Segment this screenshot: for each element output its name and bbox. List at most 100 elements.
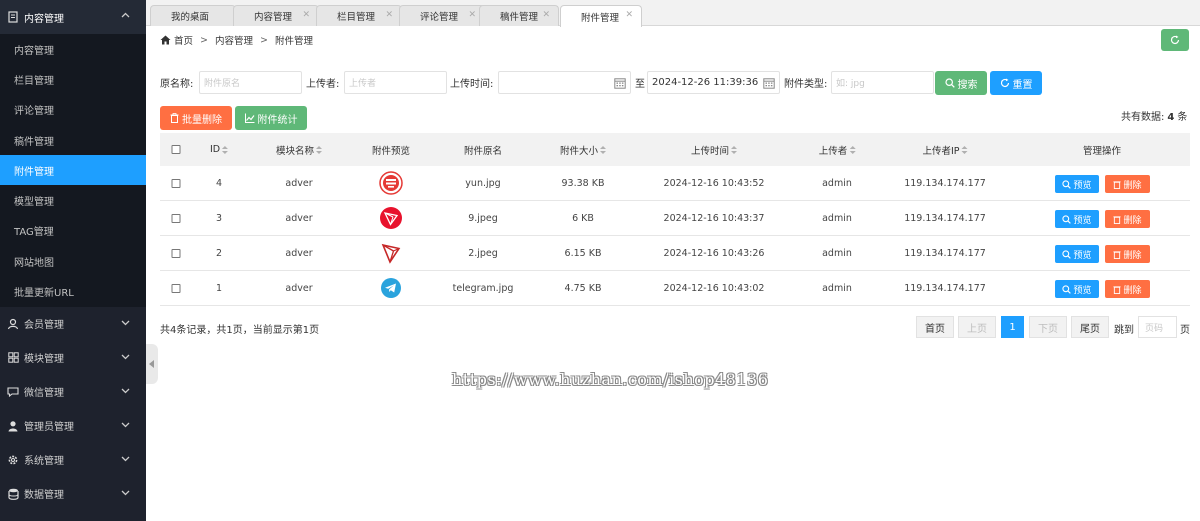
preview-button[interactable]: 预览 <box>1055 175 1099 193</box>
jump-page-input[interactable]: 页码 <box>1138 316 1177 338</box>
header-uploader[interactable]: 上传者 <box>819 133 856 166</box>
header-size[interactable]: 附件大小 <box>560 133 607 166</box>
sidebar-item-comment[interactable]: 评论管理 <box>0 94 146 125</box>
tab-manuscript[interactable]: 稿件管理 ✕ <box>479 5 559 26</box>
database-icon <box>6 487 20 501</box>
sidebar-group-admin[interactable]: 管理员管理 <box>0 409 146 443</box>
cell-preview <box>380 271 402 305</box>
sidebar-group-wechat[interactable]: 微信管理 <box>0 375 146 409</box>
type-placeholder: 如: jpg <box>836 79 865 89</box>
sidebar-group-data[interactable]: 数据管理 <box>0 477 146 511</box>
row-checkbox[interactable] <box>171 283 181 293</box>
last-page-button[interactable]: 尾页 <box>1071 316 1109 338</box>
close-icon[interactable]: ✕ <box>542 10 550 20</box>
sidebar-item-column[interactable]: 栏目管理 <box>0 64 146 95</box>
document-icon <box>6 10 20 24</box>
sidebar-item-attachment[interactable]: 附件管理 <box>0 155 146 186</box>
delete-button[interactable]: 删除 <box>1105 245 1150 263</box>
first-page-button[interactable]: 首页 <box>916 316 954 338</box>
sidebar-group-content[interactable]: 内容管理 <box>0 0 146 34</box>
sidebar-item-manuscript[interactable]: 稿件管理 <box>0 124 146 156</box>
sidebar-item-batch-url[interactable]: 批量更新URL <box>0 276 146 307</box>
delete-button[interactable]: 删除 <box>1105 210 1150 228</box>
search-button[interactable]: 搜索 <box>935 71 987 95</box>
trash-icon <box>1113 180 1122 189</box>
row-checkbox[interactable] <box>171 213 181 223</box>
cell-module: adver <box>285 247 313 259</box>
header-module[interactable]: 模块名称 <box>276 133 323 166</box>
select-all-cell <box>171 133 181 166</box>
time-end-input[interactable]: 2024-12-26 11:39:36 <box>647 71 780 94</box>
close-icon[interactable]: ✕ <box>625 10 633 20</box>
tab-attachment[interactable]: 附件管理 ✕ <box>560 5 642 27</box>
tron-red-icon[interactable] <box>379 206 403 230</box>
preview-button[interactable]: 预览 <box>1055 210 1099 228</box>
next-page-button[interactable]: 下页 <box>1029 316 1067 338</box>
tab-content[interactable]: 内容管理 ✕ <box>233 5 319 26</box>
name-placeholder: 附件原名 <box>204 79 241 89</box>
name-input[interactable]: 附件原名 <box>199 71 302 94</box>
page-1-button[interactable]: 1 <box>1001 316 1024 338</box>
header-label: 上传时间 <box>690 145 730 157</box>
row-checkbox[interactable] <box>171 248 181 258</box>
header-label: ID <box>209 144 221 155</box>
row-checkbox[interactable] <box>171 178 181 188</box>
red-circle-logo-icon[interactable] <box>379 171 403 195</box>
sidebar-collapse-handle[interactable] <box>146 344 158 384</box>
name-label: 原名称: <box>160 79 194 90</box>
cell-uploader: admin <box>822 247 852 259</box>
refresh-button[interactable] <box>1161 29 1189 51</box>
header-upload-time[interactable]: 上传时间 <box>690 133 738 166</box>
user-icon <box>6 317 20 331</box>
preview-button[interactable]: 预览 <box>1055 280 1099 298</box>
cell-id: 2 <box>215 247 223 259</box>
header-label: 附件原名 <box>463 145 503 157</box>
chevron-down-icon <box>121 388 130 394</box>
tab-comment[interactable]: 评论管理 ✕ <box>399 5 485 26</box>
sidebar-item-tag[interactable]: TAG管理 <box>0 215 146 247</box>
breadcrumb-home[interactable]: 首页 <box>174 33 193 47</box>
header-uploader-ip[interactable]: 上传者IP <box>922 133 968 166</box>
header-id[interactable]: ID <box>209 133 229 166</box>
sidebar-item-model[interactable]: 模型管理 <box>0 185 146 216</box>
sort-icon <box>961 145 968 154</box>
preview-button[interactable]: 预览 <box>1055 245 1099 263</box>
preview-label: 预览 <box>1073 285 1092 296</box>
tron-outline-icon[interactable] <box>379 241 403 265</box>
sidebar-group-module[interactable]: 模块管理 <box>0 341 146 375</box>
breadcrumb-level1[interactable]: 内容管理 <box>215 33 253 47</box>
close-icon[interactable]: ✕ <box>302 10 310 20</box>
cell-size: 6.15 KB <box>564 247 602 259</box>
sidebar: 内容管理 内容管理 栏目管理 评论管理 稿件管理 附件管理 模型管理 TAG管理… <box>0 0 146 521</box>
uploader-input[interactable]: 上传者 <box>344 71 447 94</box>
close-icon[interactable]: ✕ <box>385 10 393 20</box>
batch-delete-button[interactable]: 批量删除 <box>160 106 232 130</box>
chevron-left-icon <box>149 360 154 368</box>
chevron-up-icon <box>121 12 130 18</box>
calendar-icon <box>763 78 775 89</box>
tab-desktop[interactable]: 我的桌面 <box>150 5 236 26</box>
sidebar-item-sitemap[interactable]: 网站地图 <box>0 246 146 277</box>
delete-button[interactable]: 删除 <box>1105 175 1150 193</box>
sidebar-item-content[interactable]: 内容管理 <box>0 34 146 65</box>
records-summary: 共4条记录，共1页，当前显示第1页 <box>160 325 320 336</box>
delete-button[interactable]: 删除 <box>1105 280 1150 298</box>
uploader-placeholder: 上传者 <box>349 79 377 89</box>
breadcrumb-separator: > <box>200 34 208 46</box>
type-input[interactable]: 如: jpg <box>831 71 934 94</box>
refresh-icon <box>1000 78 1009 88</box>
total-number: 4 <box>1167 112 1175 123</box>
telegram-icon[interactable] <box>380 277 402 299</box>
cell-preview <box>379 236 403 270</box>
sidebar-group-system[interactable]: 系统管理 <box>0 443 146 477</box>
reset-button[interactable]: 重置 <box>990 71 1042 95</box>
sidebar-group-member[interactable]: 会员管理 <box>0 307 146 341</box>
tab-bar: 我的桌面 内容管理 ✕ 栏目管理 ✕ 评论管理 ✕ 稿件管理 ✕ 附件管理 ✕ <box>146 0 1200 27</box>
prev-page-button[interactable]: 上页 <box>958 316 996 338</box>
stats-button[interactable]: 附件统计 <box>235 106 307 130</box>
close-icon[interactable]: ✕ <box>468 10 476 20</box>
tab-column[interactable]: 栏目管理 ✕ <box>316 5 402 26</box>
time-start-input[interactable] <box>498 71 631 94</box>
select-all-checkbox[interactable] <box>171 145 181 154</box>
refresh-icon <box>1170 35 1180 45</box>
